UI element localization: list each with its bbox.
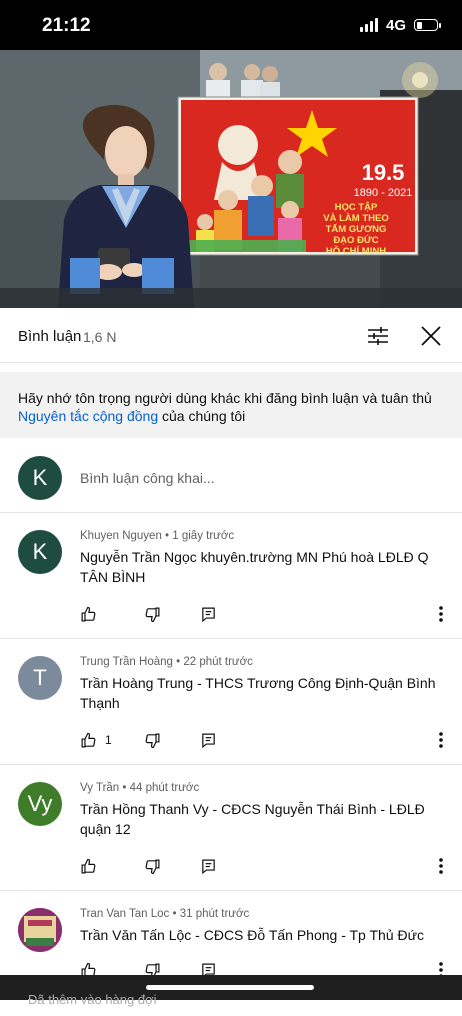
reply-icon — [202, 859, 215, 874]
poster-slogan-3: TẤM GƯƠNG — [326, 224, 387, 235]
comment-meta: Khuyen Nguyen • 1 giây trước — [80, 530, 235, 542]
poster-slogan-2: VÀ LÀM THEO — [323, 213, 388, 224]
notice-text: Hãy nhớ tôn trọng người dùng khác khi đă… — [18, 389, 438, 425]
comment-time: 1 giây trước — [172, 530, 235, 542]
thumbs-up-icon — [81, 606, 96, 621]
like-button[interactable] — [80, 604, 105, 624]
signal-icon — [359, 18, 378, 32]
comment-time: 44 phút trước — [129, 782, 200, 794]
comment-author[interactable]: Vy Trần — [80, 782, 119, 794]
notice-text-before: Hãy nhớ tôn trọng người dùng khác khi đă… — [18, 390, 432, 406]
battery-icon — [414, 19, 441, 31]
avatar[interactable]: T — [18, 656, 62, 700]
comments-header: Bình luận 1,6 N — [0, 308, 462, 363]
poster-slogan-5: HỒ CHÍ MINH — [326, 245, 386, 257]
thumbs-up-icon — [81, 858, 96, 873]
comment-item: K Khuyen Nguyen • 1 giây trước Nguyễn Tr… — [0, 512, 462, 639]
avatar[interactable] — [18, 908, 62, 952]
reply-button[interactable] — [200, 730, 217, 750]
like-count: 1 — [105, 733, 112, 747]
comment-time: 22 phút trước — [183, 656, 253, 668]
comment-author[interactable]: Tran Van Tan Loc — [80, 908, 169, 920]
dislike-button[interactable] — [144, 604, 161, 624]
reply-icon — [202, 733, 215, 748]
thumbs-down-icon — [145, 607, 160, 622]
like-button[interactable]: 1 — [80, 730, 112, 750]
avatar[interactable]: K — [18, 530, 62, 574]
reply-icon — [202, 607, 215, 622]
comment-input[interactable]: Bình luận công khai... — [80, 470, 215, 486]
comment-actions — [80, 604, 452, 624]
add-comment-row: K Bình luận công khai... — [0, 438, 462, 513]
comment-text: Trần Văn Tấn Lộc - CĐCS Đỗ Tấn Phong - T… — [80, 927, 424, 943]
thumbs-up-icon — [81, 732, 96, 747]
poster-slogan-4: ĐẠO ĐỨC — [333, 234, 378, 246]
comment-text: Trần Hồng Thanh Vy - CĐCS Nguyễn Thái Bì… — [80, 801, 425, 837]
comment-actions — [80, 856, 452, 876]
avatar-image — [18, 908, 62, 952]
community-guidelines-notice: Hãy nhớ tôn trọng người dùng khác khi đă… — [0, 372, 462, 438]
comments-title: Bình luận — [18, 328, 82, 345]
home-indicator[interactable] — [146, 985, 314, 990]
poster-slogan-1: HỌC TẬP — [335, 201, 378, 213]
comment-meta: Trung Trần Hoàng • 22 phút trước — [80, 656, 253, 668]
close-icon[interactable] — [418, 323, 444, 349]
status-indicators: 4G — [359, 15, 441, 35]
comment-time: 31 phút trước — [179, 908, 250, 920]
dislike-button[interactable] — [144, 730, 161, 750]
thumbs-down-icon — [145, 733, 160, 748]
comments-count: 1,6 N — [83, 329, 117, 345]
thumbs-down-icon — [145, 859, 160, 874]
dislike-button[interactable] — [144, 856, 161, 876]
more-options-icon[interactable] — [436, 730, 446, 750]
status-time: 21:12 — [42, 15, 91, 36]
community-guidelines-link[interactable]: Nguyên tắc cộng đồng — [18, 408, 158, 424]
comment-actions: 1 — [80, 730, 452, 750]
more-options-icon[interactable] — [436, 604, 446, 624]
reply-button[interactable] — [200, 856, 217, 876]
poster-years: 1890 - 2021 — [354, 187, 413, 199]
video-player[interactable]: 19.5 1890 - 2021 HỌC TẬP VÀ LÀM THEO TẤM… — [0, 50, 462, 308]
comment-item: Vy Vy Trần • 44 phút trước Trần Hồng Tha… — [0, 764, 462, 891]
like-button[interactable] — [80, 856, 105, 876]
status-bar: 21:12 4G — [0, 0, 462, 50]
network-type: 4G — [385, 16, 406, 34]
poster-badge: 19.5 — [362, 160, 405, 185]
comment-text: Nguyễn Trần Ngọc khuyên.trường MN Phú ho… — [80, 549, 429, 585]
comment-author[interactable]: Trung Trần Hoàng — [80, 656, 173, 668]
comment-meta: Vy Trần • 44 phút trước — [80, 782, 200, 794]
notice-text-after: của chúng tôi — [158, 408, 246, 424]
more-options-icon[interactable] — [436, 856, 446, 876]
reply-button[interactable] — [200, 604, 217, 624]
comment-meta: Tran Van Tan Loc • 31 phút trước — [80, 908, 250, 920]
avatar[interactable]: Vy — [18, 782, 62, 826]
video-frame: 19.5 1890 - 2021 HỌC TẬP VÀ LÀM THEO TẤM… — [0, 50, 462, 308]
comment-text: Trần Hoàng Trung - THCS Trương Công Định… — [80, 675, 436, 711]
comment-item: T Trung Trần Hoàng • 22 phút trước Trần … — [0, 638, 462, 765]
comment-author[interactable]: Khuyen Nguyen — [80, 530, 162, 542]
avatar: K — [18, 456, 62, 500]
sort-filter-icon[interactable] — [366, 324, 390, 348]
